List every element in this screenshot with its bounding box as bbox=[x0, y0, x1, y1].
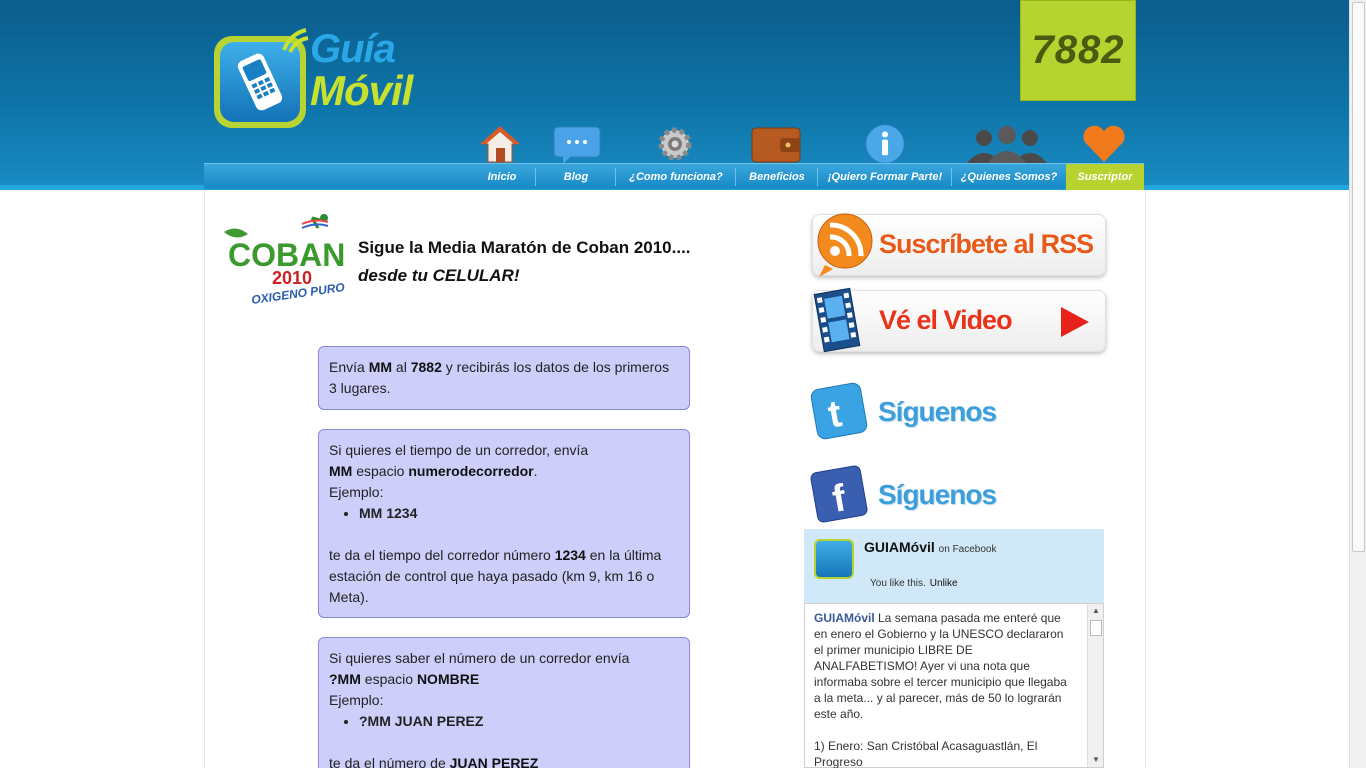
example-label: Ejemplo: bbox=[329, 692, 384, 708]
instruction-box-top3: Envía MM al 7882 y recibirás los datos d… bbox=[318, 346, 690, 410]
fb-post-author[interactable]: GUIAMóvil bbox=[814, 611, 875, 625]
nav-label: ¿Como funciona? bbox=[629, 171, 723, 183]
video-label: Vé el Video bbox=[879, 305, 1013, 335]
nav-blog[interactable]: Blog bbox=[536, 164, 616, 190]
shortcode-badge: 7882 bbox=[1020, 0, 1136, 101]
instruction-box-runner-number: Si quieres saber el número de un corredo… bbox=[318, 637, 690, 768]
scroll-up-icon[interactable]: ▲ bbox=[1088, 604, 1104, 618]
fb-like-status: You like this. Unlike bbox=[870, 578, 958, 589]
fb-page-name[interactable]: GUIAMóvil bbox=[864, 539, 935, 555]
facebook-follow-label: Síguenos bbox=[878, 479, 997, 510]
nav-quiero-formar-parte[interactable]: ¡Quiero Formar Parte! bbox=[818, 164, 952, 190]
home-icon[interactable] bbox=[480, 124, 520, 164]
film-icon bbox=[813, 287, 861, 353]
facebook-follow-link[interactable]: f Síguenos bbox=[806, 463, 1106, 533]
chat-icon[interactable] bbox=[553, 126, 601, 164]
wallet-icon[interactable] bbox=[750, 124, 802, 164]
gear-icon[interactable] bbox=[652, 124, 698, 164]
keyword: 7882 bbox=[410, 359, 442, 375]
page-scroll-thumb[interactable] bbox=[1352, 2, 1365, 552]
fb-post: GUIAMóvil La semana pasada me enteré que… bbox=[814, 610, 1074, 768]
mobile-phone-icon bbox=[237, 53, 283, 111]
nav-label: ¡Quiero Formar Parte! bbox=[827, 171, 943, 183]
twitter-follow-link[interactable]: t Síguenos bbox=[806, 380, 1106, 450]
rss-label: Suscríbete al RSS bbox=[879, 229, 1094, 259]
facebook-widget-header: GUIAMóvil on Facebook You like this. Unli… bbox=[804, 529, 1104, 603]
nav-beneficios[interactable]: Beneficios bbox=[736, 164, 818, 190]
instruction-box-runner-time: Si quieres el tiempo de un corredor, env… bbox=[318, 429, 690, 618]
event-subtitle: desde tu CELULAR! bbox=[358, 266, 520, 285]
scroll-down-icon[interactable]: ▼ bbox=[1088, 753, 1104, 767]
fb-on-label: on Facebook bbox=[938, 544, 997, 555]
facebook-icon: f bbox=[810, 465, 868, 523]
nav-inicio[interactable]: Inicio bbox=[468, 164, 536, 190]
nav-label: Inicio bbox=[487, 171, 517, 183]
page-scrollbar[interactable] bbox=[1349, 0, 1366, 768]
fb-stream-scrollbar[interactable]: ▲ ▼ bbox=[1087, 604, 1103, 767]
rss-icon bbox=[817, 213, 873, 277]
nav-label: Blog bbox=[563, 171, 589, 183]
box-text: Si quieres saber el número de un corredo… bbox=[329, 650, 630, 666]
facebook-stream[interactable]: GUIAMóvil La semana pasada me enteré que… bbox=[804, 603, 1104, 768]
event-title: Sigue la Media Maratón de Coban 2010.... bbox=[358, 238, 691, 257]
scroll-thumb[interactable] bbox=[1090, 620, 1102, 636]
logo-line-2: Móvil bbox=[310, 67, 413, 114]
example-label: Ejemplo: bbox=[329, 484, 384, 500]
example-command: MM 1234 bbox=[359, 503, 679, 524]
keyword: MM bbox=[368, 359, 393, 375]
example-command: ?MM JUAN PEREZ bbox=[359, 711, 679, 732]
fb-unlike-link[interactable]: Unlike bbox=[930, 578, 958, 589]
main-nav: Inicio Blog ¿Como funciona? Beneficios ¡… bbox=[204, 163, 1144, 190]
fb-page-name-row: GUIAMóvil on Facebook bbox=[864, 539, 997, 555]
play-icon bbox=[1061, 307, 1089, 337]
nav-label: Suscriptor bbox=[1077, 171, 1133, 183]
logo-line-1: Guía bbox=[310, 27, 396, 71]
video-button[interactable]: Vé el Video bbox=[812, 287, 1106, 353]
rss-subscribe-button[interactable]: Suscríbete al RSS bbox=[812, 213, 1106, 277]
coban-2010-logo: COBAN 2010 OXIGENO PURO bbox=[224, 214, 346, 307]
info-icon[interactable] bbox=[862, 124, 908, 164]
nav-quienes-somos[interactable]: ¿Quienes Somos? bbox=[952, 164, 1066, 190]
shortcode-number: 7882 bbox=[1031, 28, 1125, 72]
logo-wordmark: Guía Móvil bbox=[310, 27, 413, 114]
twitter-icon: t bbox=[810, 382, 868, 440]
site-logo[interactable]: Guía Móvil bbox=[212, 24, 413, 136]
heart-icon[interactable] bbox=[1079, 124, 1129, 164]
nav-label: Beneficios bbox=[749, 171, 805, 183]
nav-suscriptor[interactable]: Suscriptor bbox=[1066, 164, 1144, 190]
twitter-follow-label: Síguenos bbox=[878, 396, 997, 427]
page-avatar[interactable] bbox=[814, 539, 854, 579]
nav-como-funciona[interactable]: ¿Como funciona? bbox=[616, 164, 736, 190]
nav-label: ¿Quienes Somos? bbox=[960, 171, 1058, 183]
box-text: Si quieres el tiempo de un corredor, env… bbox=[329, 442, 589, 458]
people-icon[interactable] bbox=[964, 126, 1050, 164]
fb-post-text: La semana pasada me enteré que en enero … bbox=[814, 611, 1067, 721]
fb-post-list-item: 1) Enero: San Cristóbal Acasaguastlán, E… bbox=[814, 739, 1038, 768]
